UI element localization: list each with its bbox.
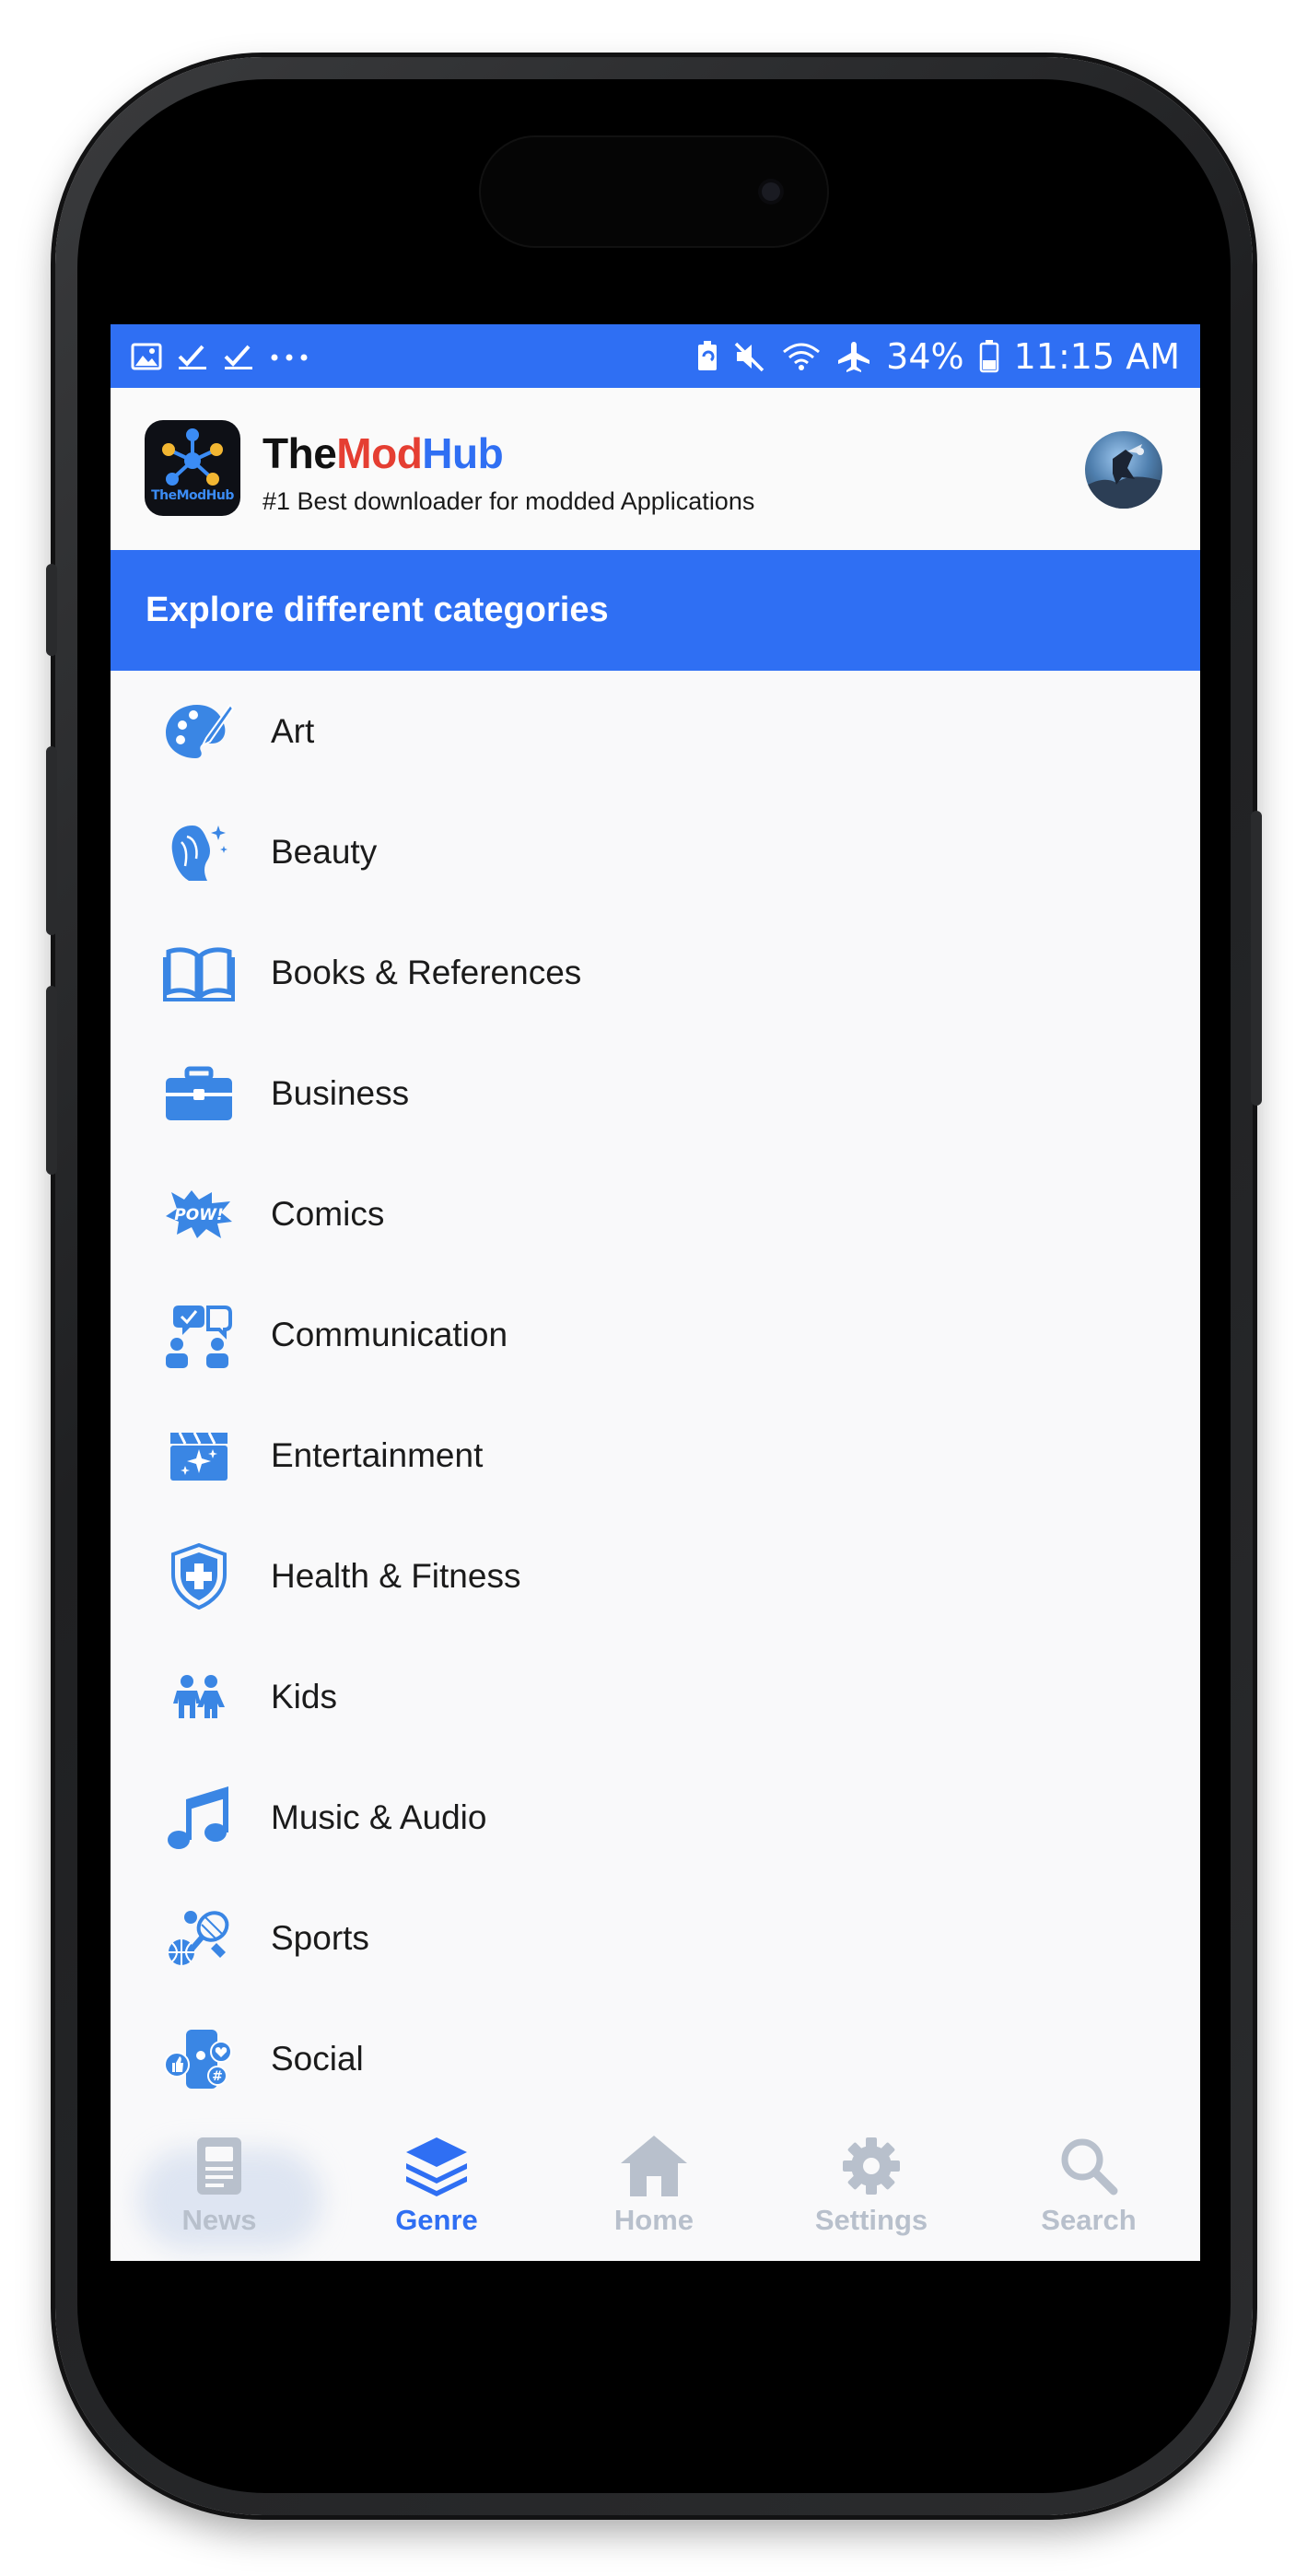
- newspaper-icon: [182, 2134, 256, 2198]
- app-logo[interactable]: TheModHub: [145, 420, 240, 516]
- category-item-social[interactable]: # Social: [111, 1998, 1200, 2119]
- app-screen: 34% 11:15 AM TheModHub TheModHub #1 Best…: [111, 324, 1200, 2261]
- battery-percent: 34%: [886, 335, 964, 377]
- category-item-comics[interactable]: POW! Comics: [111, 1153, 1200, 1274]
- logo-text: TheModHub: [151, 488, 234, 503]
- app-tagline: #1 Best downloader for modded Applicatio…: [263, 487, 755, 515]
- category-item-communication[interactable]: Communication: [111, 1274, 1200, 1395]
- category-label: Sports: [271, 1919, 369, 1957]
- volume-up-button: [46, 746, 57, 935]
- category-label: Communication: [271, 1316, 508, 1353]
- open-book-icon: [162, 940, 236, 1006]
- palette-icon: [162, 698, 236, 765]
- svg-text:POW!: POW!: [174, 1206, 223, 1224]
- kids-icon: [162, 1664, 236, 1730]
- mute-icon: [733, 341, 766, 372]
- category-item-kids[interactable]: Kids: [111, 1636, 1200, 1757]
- category-label: Entertainment: [271, 1436, 484, 1474]
- category-item-sports[interactable]: Sports: [111, 1878, 1200, 1998]
- category-label: Comics: [271, 1195, 385, 1233]
- search-icon: [1052, 2134, 1126, 2198]
- nav-item-search[interactable]: Search: [980, 2112, 1197, 2261]
- category-label: Music & Audio: [271, 1798, 487, 1836]
- gear-icon: [834, 2134, 908, 2198]
- power-button: [1251, 811, 1262, 1106]
- briefcase-icon: [162, 1060, 236, 1127]
- nav-label-genre: Genre: [395, 2204, 478, 2236]
- app-title: TheModHub: [263, 428, 504, 478]
- category-item-health-fitness[interactable]: Health & Fitness: [111, 1516, 1200, 1636]
- category-label: Beauty: [271, 833, 378, 871]
- medical-shield-icon: [162, 1543, 236, 1610]
- nav-label-search: Search: [1041, 2204, 1137, 2236]
- front-camera: [762, 182, 780, 201]
- category-item-beauty[interactable]: Beauty: [111, 791, 1200, 912]
- category-list: Art Beauty Books & References Business P…: [111, 671, 1200, 2119]
- status-left: [131, 343, 309, 370]
- category-label: Business: [271, 1074, 410, 1112]
- category-item-music-audio[interactable]: Music & Audio: [111, 1757, 1200, 1878]
- avatar[interactable]: [1085, 431, 1162, 509]
- clock: 11:15 AM: [1013, 335, 1180, 377]
- layers-icon: [400, 2134, 473, 2198]
- category-banner: Explore different categories: [111, 550, 1200, 671]
- svg-text:#: #: [212, 2069, 223, 2084]
- status-right: 34% 11:15 AM: [696, 336, 1180, 377]
- battery-icon: [979, 339, 999, 373]
- check-icon: [177, 343, 208, 370]
- check-icon: [223, 343, 254, 370]
- pow-burst-icon: POW!: [162, 1181, 236, 1247]
- nav-item-home[interactable]: Home: [545, 2112, 763, 2261]
- sports-balls-icon: [162, 1905, 236, 1972]
- chat-people-icon: [162, 1302, 236, 1368]
- nav-label-news: News: [181, 2204, 257, 2236]
- banner-title: Explore different categories: [146, 591, 609, 629]
- beauty-face-icon: [162, 819, 236, 885]
- nav-item-settings[interactable]: Settings: [763, 2112, 980, 2261]
- category-item-business[interactable]: Business: [111, 1033, 1200, 1153]
- category-label: Books & References: [271, 954, 582, 991]
- bottom-navigation: News Genre Home Settings Search: [111, 2112, 1200, 2261]
- nav-item-news[interactable]: News: [111, 2112, 328, 2261]
- volume-down-button: [46, 986, 57, 1175]
- nav-label-settings: Settings: [814, 2204, 928, 2236]
- airplane-icon: [836, 340, 871, 373]
- category-label: Kids: [271, 1678, 337, 1715]
- app-title-part2: Mod: [336, 429, 423, 477]
- category-item-art[interactable]: Art: [111, 671, 1200, 791]
- social-phone-icon: #: [162, 2026, 236, 2092]
- clapperboard-icon: [162, 1423, 236, 1489]
- app-title-part1: The: [263, 429, 337, 477]
- app-title-part3: Hub: [422, 429, 504, 477]
- nav-label-home: Home: [613, 2204, 694, 2236]
- home-icon: [617, 2134, 691, 2198]
- app-header: TheModHub TheModHub #1 Best downloader f…: [111, 388, 1200, 550]
- avatar-image: [1085, 444, 1162, 509]
- nav-item-genre[interactable]: Genre: [328, 2112, 545, 2261]
- category-label: Social: [271, 2040, 364, 2078]
- side-button: [46, 564, 57, 656]
- image-icon: [131, 343, 162, 370]
- category-label: Art: [271, 712, 315, 750]
- music-note-icon: [162, 1785, 236, 1851]
- wifi-icon: [781, 341, 822, 372]
- battery-saver-icon: [696, 340, 718, 372]
- category-item-entertainment[interactable]: Entertainment: [111, 1395, 1200, 1516]
- status-bar: 34% 11:15 AM: [111, 324, 1200, 388]
- more-icon: [269, 343, 309, 370]
- category-label: Health & Fitness: [271, 1557, 521, 1595]
- category-item-books-references[interactable]: Books & References: [111, 912, 1200, 1033]
